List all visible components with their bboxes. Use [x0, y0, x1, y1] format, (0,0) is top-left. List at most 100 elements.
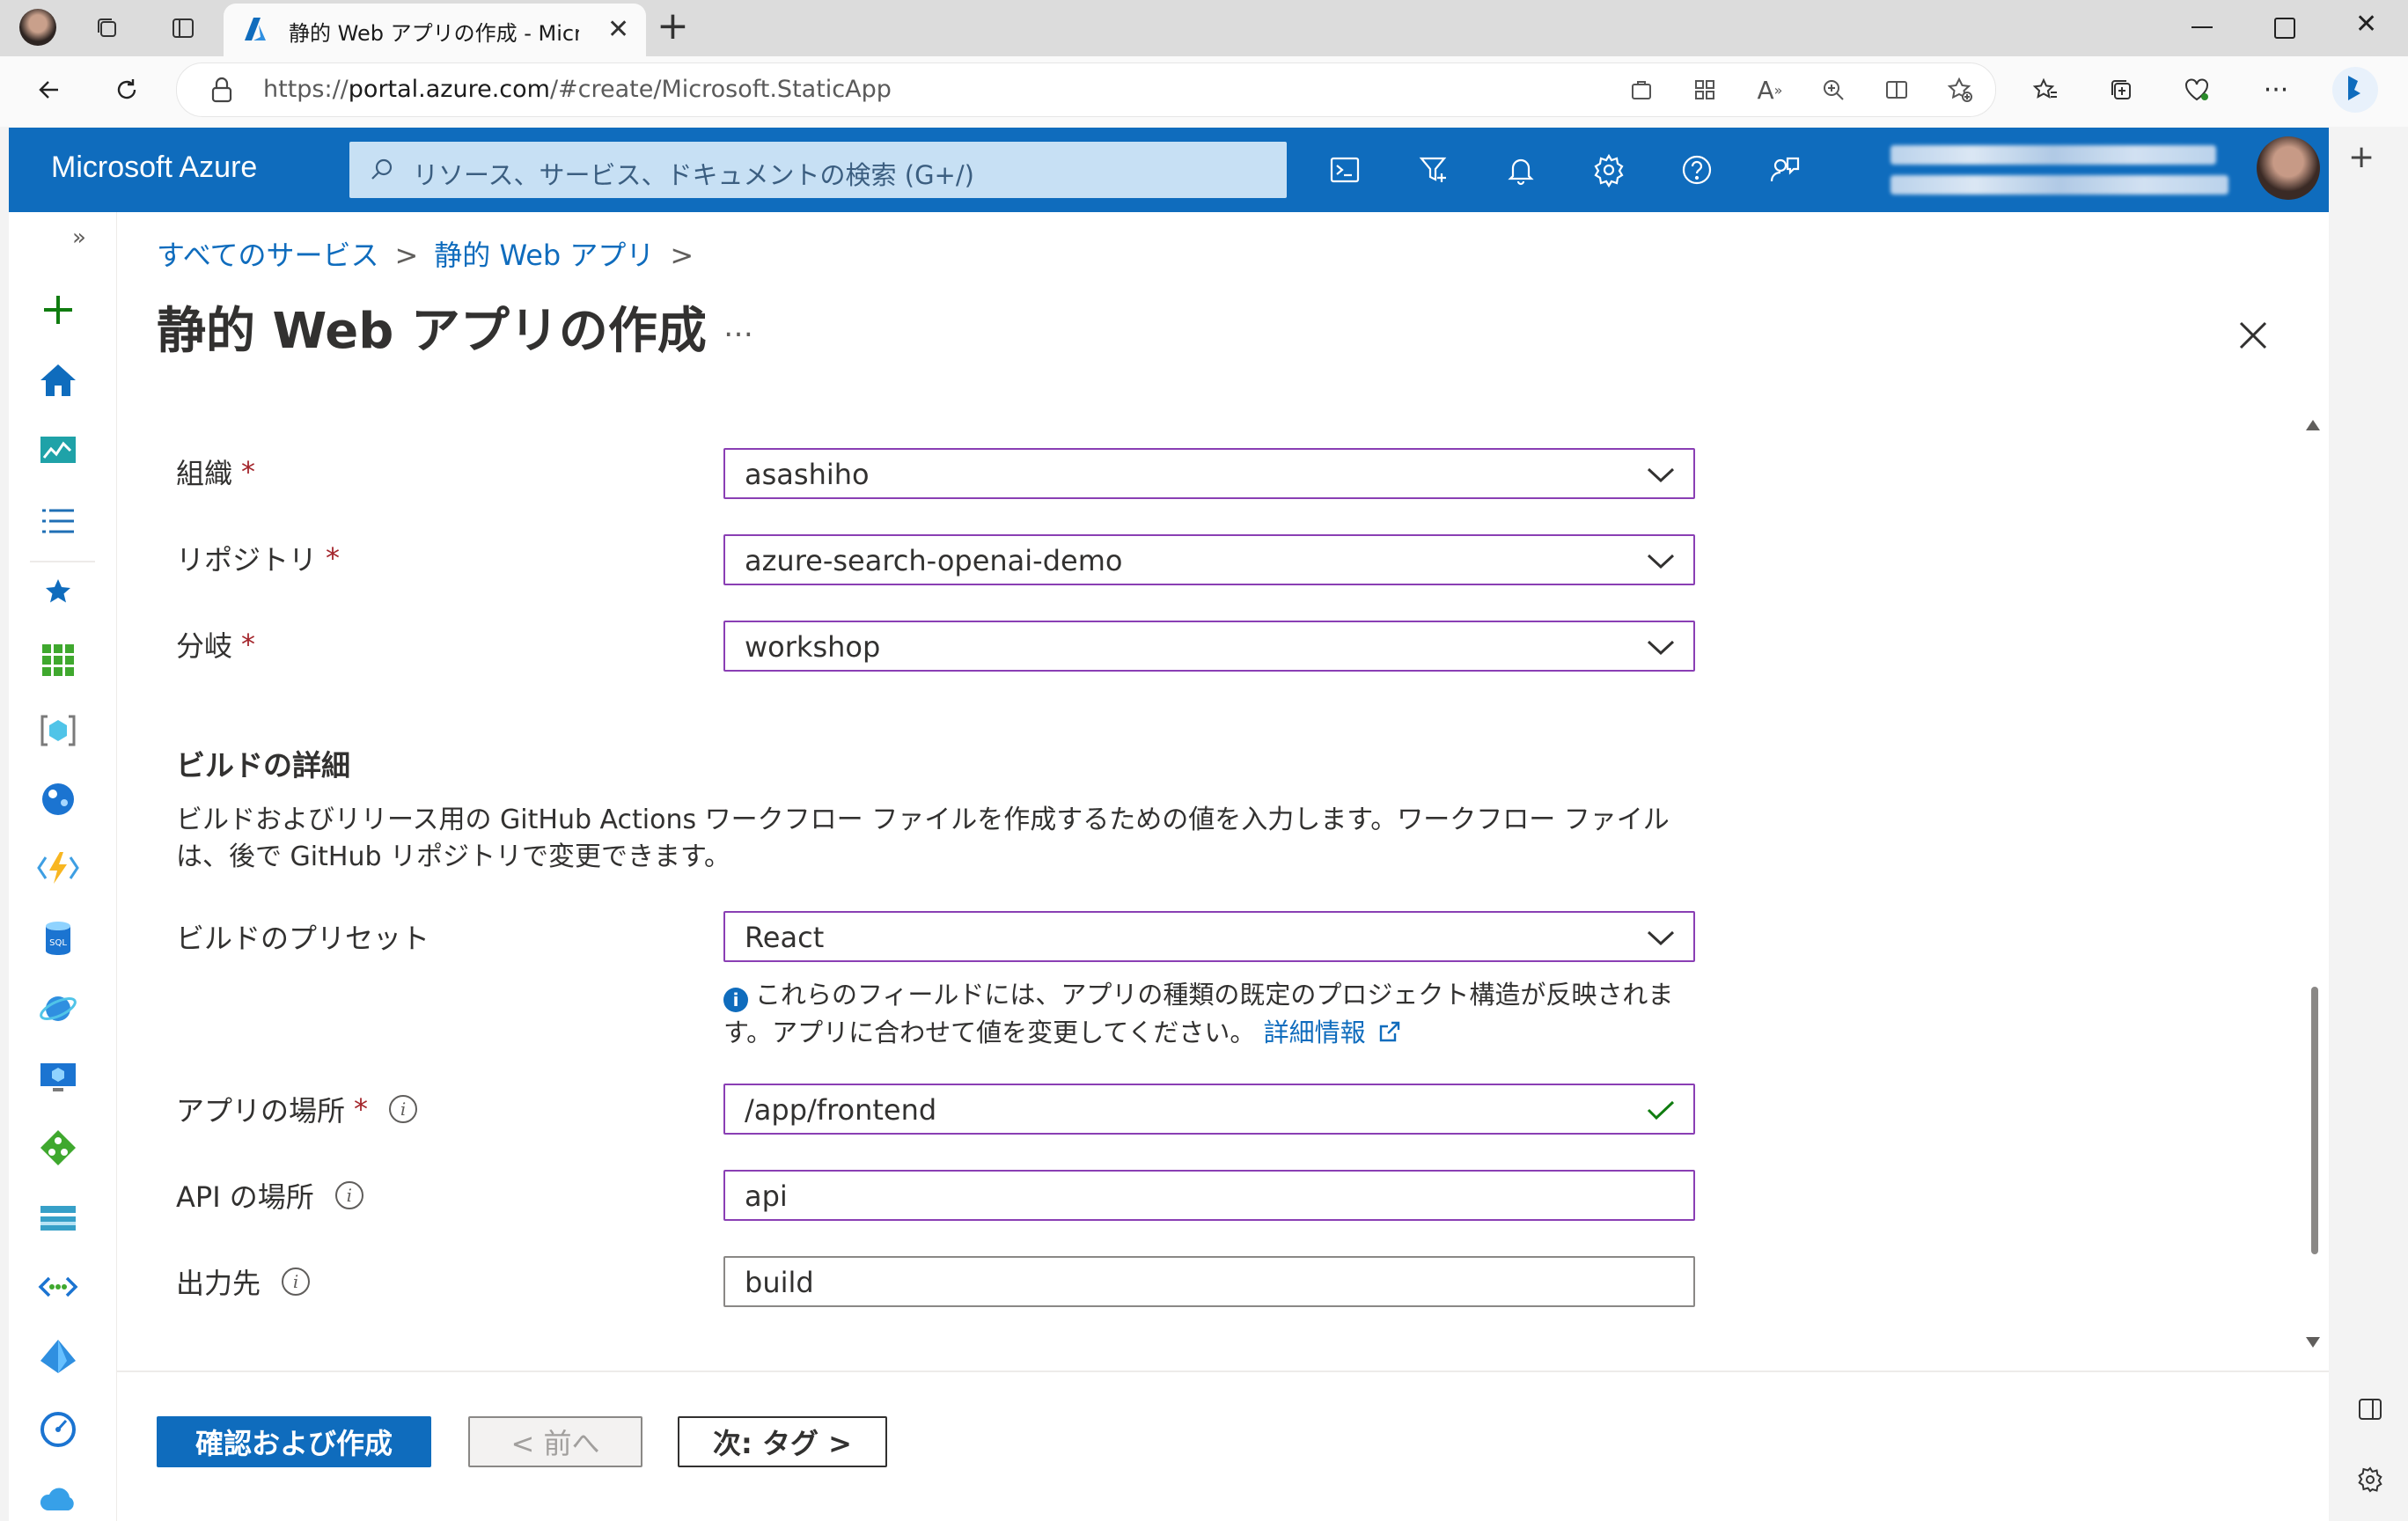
- breadcrumb-all-services[interactable]: すべてのサービス: [157, 239, 378, 272]
- required-marker: *: [241, 628, 256, 661]
- url-text[interactable]: https://portal.azure.com/#create/Microso…: [263, 76, 892, 103]
- settings-icon[interactable]: [1582, 143, 1635, 196]
- lock-icon[interactable]: [209, 76, 235, 104]
- branch-label-text: 分岐: [176, 629, 233, 663]
- advisor-cloud-icon[interactable]: [36, 1474, 80, 1518]
- info-icon[interactable]: i: [334, 1181, 363, 1209]
- notifications-icon[interactable]: [1494, 143, 1547, 196]
- read-aloud-icon[interactable]: A»: [1751, 70, 1789, 109]
- help-icon[interactable]: [1670, 143, 1723, 196]
- favorites-star-icon[interactable]: [36, 569, 80, 614]
- global-search-input[interactable]: リソース、サービス、ドキュメントの検索 (G+/): [349, 142, 1287, 198]
- info-badge-icon: i: [723, 988, 748, 1012]
- required-marker: *: [354, 1092, 369, 1126]
- breadcrumb: すべてのサービス > 静的 Web アプリ >: [157, 233, 709, 274]
- resource-groups-icon[interactable]: [36, 709, 80, 753]
- home-icon[interactable]: [36, 358, 80, 402]
- close-window-icon[interactable]: ✕: [2355, 9, 2377, 40]
- azure-brand[interactable]: Microsoft Azure: [51, 151, 257, 185]
- sidebar-add-icon[interactable]: +: [2348, 139, 2375, 175]
- function-app-icon[interactable]: [36, 846, 80, 890]
- build-preset-label-text: ビルドのプリセット: [176, 922, 430, 955]
- branch-value: workshop: [745, 630, 881, 664]
- hide-sidebar-icon[interactable]: [2357, 1396, 2383, 1422]
- output-location-value: build: [745, 1266, 814, 1299]
- app-available-icon[interactable]: [1622, 70, 1661, 109]
- build-preset-note-text: これらのフィールドには、アプリの種類の既定のプロジェクト構造が反映されます。アプ…: [723, 980, 1674, 1047]
- sidebar-settings-icon[interactable]: [2355, 1465, 2385, 1495]
- workspaces-icon[interactable]: [88, 9, 127, 48]
- azure-favicon-icon: [243, 16, 273, 42]
- previous-button[interactable]: < 前へ: [468, 1416, 642, 1467]
- breadcrumb-separator: >: [670, 239, 694, 272]
- repository-label-text: リポジトリ: [176, 543, 318, 577]
- more-options-icon[interactable]: ···: [2257, 70, 2295, 109]
- chevron-down-icon: [1647, 467, 1675, 483]
- valid-checkmark-icon: [1647, 1100, 1675, 1121]
- next-tags-button[interactable]: 次: タグ >: [678, 1416, 887, 1467]
- chevron-down-icon: [1647, 554, 1675, 569]
- vertical-tabs-icon[interactable]: [164, 9, 202, 48]
- zoom-icon[interactable]: [1814, 70, 1853, 109]
- close-blade-icon[interactable]: [2227, 309, 2280, 362]
- expand-menu-icon[interactable]: »: [72, 224, 86, 251]
- breadcrumb-static-web-apps[interactable]: 静的 Web アプリ: [434, 239, 654, 272]
- browser-tab-active[interactable]: 静的 Web アプリの作成 - Microsoft Azure ✕: [224, 4, 646, 56]
- all-services-icon[interactable]: [36, 499, 80, 543]
- account-avatar[interactable]: [2257, 136, 2320, 200]
- tab-close-icon[interactable]: ✕: [607, 14, 629, 45]
- favorites-icon[interactable]: [2026, 70, 2065, 109]
- split-screen-icon[interactable]: [1877, 70, 1916, 109]
- profile-avatar[interactable]: [19, 9, 56, 46]
- scroll-down-arrow-icon[interactable]: [2306, 1337, 2320, 1348]
- address-bar[interactable]: https://portal.azure.com/#create/Microso…: [176, 62, 1996, 117]
- sql-database-icon[interactable]: SQL: [36, 916, 80, 960]
- breadcrumb-separator: >: [394, 239, 419, 272]
- minimize-icon[interactable]: [2191, 26, 2213, 28]
- app-location-input[interactable]: /app/frontend: [723, 1084, 1695, 1135]
- branch-dropdown[interactable]: workshop: [723, 621, 1695, 672]
- tab-title: 静的 Web アプリの作成 - Microsoft Azure: [289, 21, 579, 46]
- create-resource-icon[interactable]: [36, 288, 80, 332]
- repository-dropdown[interactable]: azure-search-openai-demo: [723, 534, 1695, 585]
- back-arrow-icon[interactable]: [30, 70, 69, 109]
- build-preset-label: ビルドのプリセット: [176, 916, 429, 957]
- account-info-blurred[interactable]: [1890, 138, 2243, 200]
- api-location-input[interactable]: api: [723, 1170, 1695, 1221]
- extensions-icon[interactable]: [1685, 70, 1724, 109]
- storage-accounts-icon[interactable]: [36, 1196, 80, 1240]
- chevron-down-icon: [1647, 640, 1675, 656]
- cosmos-db-icon[interactable]: [36, 987, 80, 1031]
- copilot-icon[interactable]: [2331, 65, 2380, 114]
- restore-icon[interactable]: [2274, 18, 2295, 39]
- scroll-thumb[interactable]: [2311, 987, 2318, 1254]
- new-tab-button[interactable]: +: [657, 4, 689, 48]
- virtual-machines-icon[interactable]: [36, 1055, 80, 1099]
- learn-more-link[interactable]: 詳細情報: [1264, 1018, 1366, 1047]
- monitor-icon[interactable]: [36, 1406, 80, 1450]
- collections-icon[interactable]: [2102, 70, 2140, 109]
- app-services-icon[interactable]: [36, 777, 80, 821]
- virtual-networks-icon[interactable]: [36, 1265, 80, 1309]
- info-icon[interactable]: i: [389, 1095, 418, 1123]
- more-actions-button[interactable]: …: [723, 309, 755, 344]
- browser-essentials-icon[interactable]: [2177, 70, 2216, 109]
- add-favorite-icon[interactable]: [1941, 70, 1979, 109]
- review-create-button[interactable]: 確認および作成: [157, 1416, 431, 1467]
- organization-dropdown[interactable]: asashiho: [723, 448, 1695, 499]
- portal-page: » SQL すべてのサービス > 静的 Web アプリ > 静的 Web アプリの作成…: [9, 212, 2329, 1521]
- info-icon[interactable]: i: [282, 1268, 311, 1296]
- output-location-input[interactable]: build: [723, 1256, 1695, 1307]
- feedback-icon[interactable]: [1758, 143, 1811, 196]
- build-preset-dropdown[interactable]: React: [723, 911, 1695, 962]
- organization-label: 組織 *: [176, 452, 255, 492]
- load-balancer-icon[interactable]: [36, 1126, 80, 1170]
- scroll-up-arrow-icon[interactable]: [2306, 420, 2320, 430]
- directory-filter-icon[interactable]: [1406, 143, 1459, 196]
- api-location-label-text: API の場所: [176, 1180, 314, 1214]
- all-resources-icon[interactable]: [36, 638, 80, 682]
- refresh-icon[interactable]: [107, 70, 146, 109]
- dashboard-icon[interactable]: [36, 429, 80, 473]
- cloud-shell-icon[interactable]: [1318, 143, 1371, 196]
- entra-id-icon[interactable]: [36, 1335, 80, 1379]
